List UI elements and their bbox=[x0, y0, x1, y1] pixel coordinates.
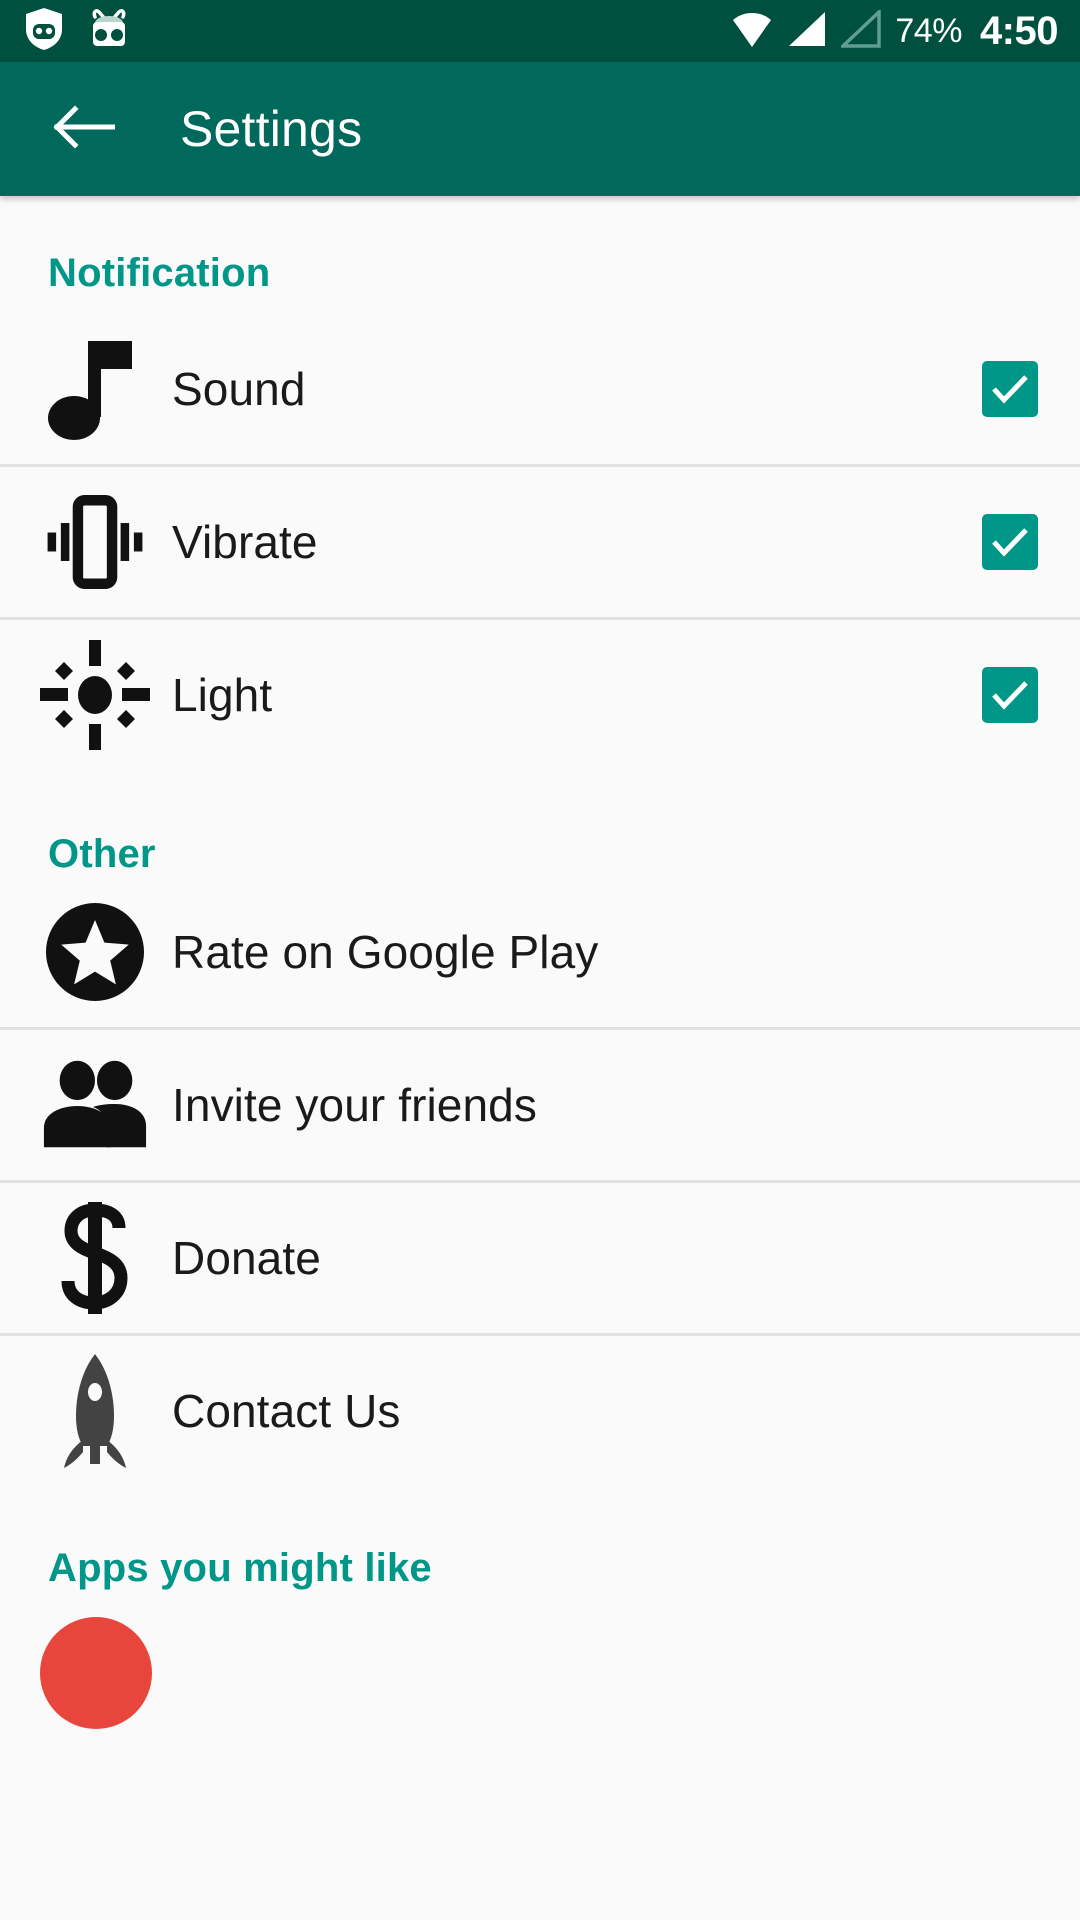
vibration-icon bbox=[40, 490, 150, 594]
settings-row-vibrate[interactable]: Vibrate bbox=[0, 467, 1080, 617]
section-header-apps-you-might-like: Apps you might like bbox=[48, 1546, 432, 1590]
light-checkbox[interactable] bbox=[982, 667, 1038, 723]
settings-row-label: Vibrate bbox=[172, 516, 318, 568]
people-icon bbox=[40, 1060, 150, 1150]
privacy-guard-shield-icon bbox=[24, 7, 64, 56]
cyanogenmod-cid-icon bbox=[86, 7, 132, 56]
battery-percentage: 74% bbox=[895, 12, 962, 50]
signal-empty-icon bbox=[838, 7, 882, 53]
settings-row-contact-us[interactable]: Contact Us bbox=[0, 1336, 1080, 1486]
settings-row-label: Contact Us bbox=[172, 1385, 401, 1437]
rocket-icon bbox=[40, 1352, 150, 1470]
back-button[interactable] bbox=[48, 93, 120, 165]
settings-content: Notification Sound Vibrate Light Other R… bbox=[0, 196, 1080, 1729]
settings-row-label: Donate bbox=[172, 1232, 321, 1284]
status-bar-clock: 4:50 bbox=[979, 9, 1059, 53]
app-bar: Settings bbox=[0, 62, 1080, 196]
section-header-notification: Notification bbox=[48, 251, 271, 295]
dollar-sign-icon bbox=[40, 1202, 150, 1314]
settings-row-label: Rate on Google Play bbox=[172, 926, 599, 978]
suggested-app-icon[interactable] bbox=[40, 1617, 152, 1729]
settings-row-sound[interactable]: Sound bbox=[0, 314, 1080, 464]
brightness-sun-icon bbox=[40, 640, 150, 750]
apps-suggestion-strip bbox=[0, 1591, 1080, 1729]
back-arrow-icon bbox=[53, 103, 116, 156]
settings-row-label: Light bbox=[172, 669, 273, 721]
settings-row-label: Sound bbox=[172, 363, 306, 415]
status-bar-left-icons bbox=[24, 7, 132, 56]
status-bar-right-icons: 74% 4:50 bbox=[731, 7, 1059, 53]
wifi-icon bbox=[731, 10, 773, 53]
section-header-other: Other bbox=[48, 832, 156, 876]
signal-full-icon bbox=[787, 10, 827, 53]
vibrate-checkbox[interactable] bbox=[982, 514, 1038, 570]
settings-row-invite-your-friends[interactable]: Invite your friends bbox=[0, 1030, 1080, 1180]
settings-row-donate[interactable]: Donate bbox=[0, 1183, 1080, 1333]
settings-row-label: Invite your friends bbox=[172, 1079, 537, 1131]
sound-checkbox[interactable] bbox=[982, 361, 1038, 417]
music-note-icon bbox=[40, 337, 150, 441]
star-circle-icon bbox=[40, 902, 150, 1002]
status-bar: 74% 4:50 bbox=[0, 0, 1080, 62]
page-title: Settings bbox=[180, 101, 363, 157]
settings-row-rate-on-google-play[interactable]: Rate on Google Play bbox=[0, 877, 1080, 1027]
settings-row-light[interactable]: Light bbox=[0, 620, 1080, 770]
